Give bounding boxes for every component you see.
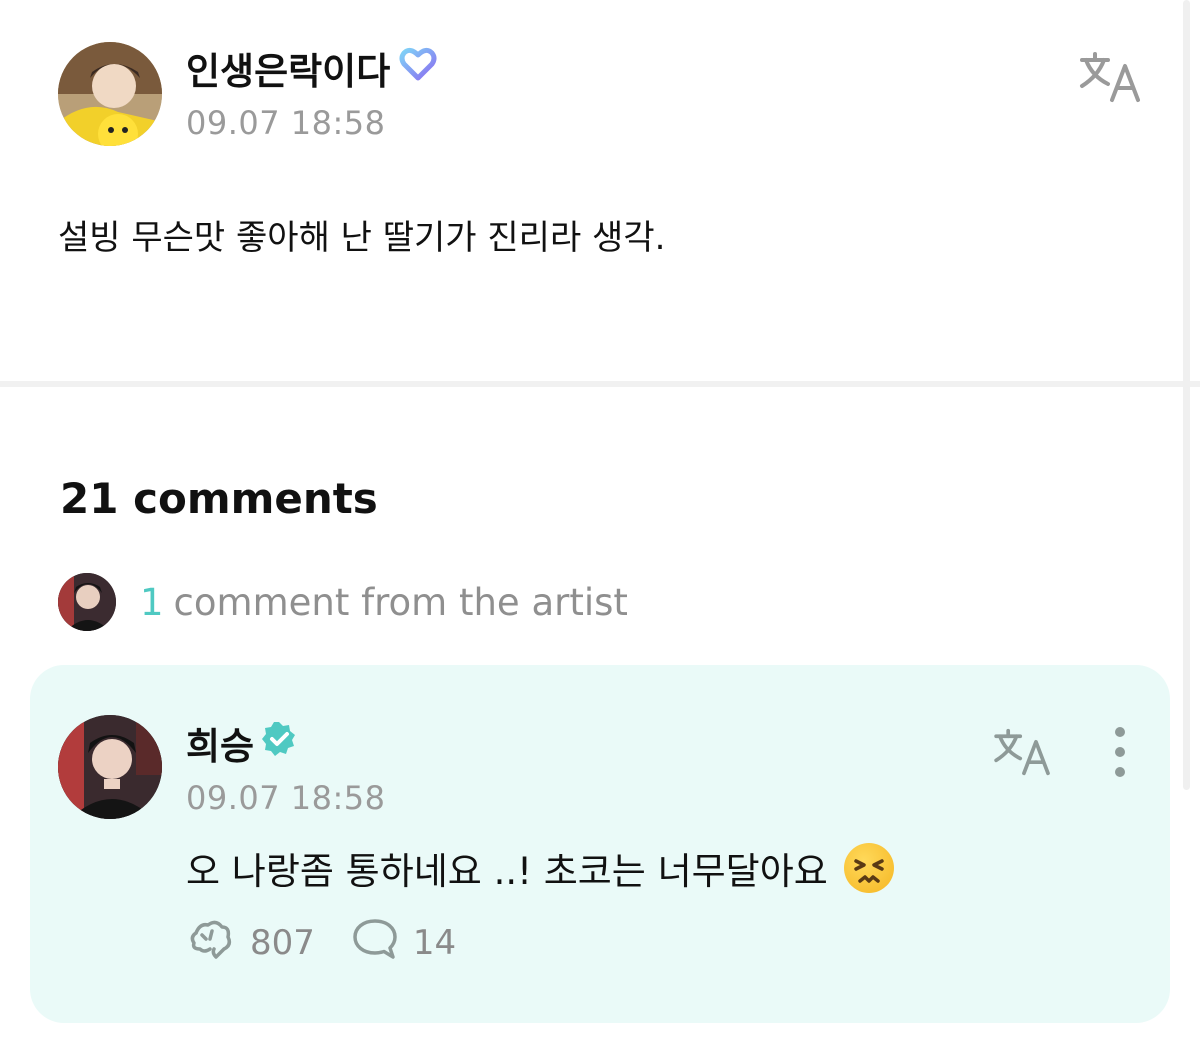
more-dot [1115, 767, 1125, 777]
more-dot [1115, 747, 1125, 757]
artist-comment-label: comment from the artist [173, 580, 628, 624]
artist-comment-card: 희승 09.07 18:58 오 나랑좀 통하네요 ..! 초코는 너무달아요 … [30, 665, 1170, 1023]
comment-stats: 807 14 [186, 918, 492, 965]
comment-text: 오 나랑좀 통하네요 ..! 초코는 너무달아요 [186, 841, 894, 895]
artist-comment-summary[interactable]: 1 comment from the artist [58, 572, 628, 632]
comment-author-name[interactable]: 희승 [186, 719, 298, 768]
comment-author-label: 희승 [186, 725, 255, 768]
comment-text-label: 오 나랑좀 통하네요 ..! 초코는 너무달아요 [186, 850, 828, 893]
comment-translate-icon[interactable] [992, 727, 1054, 777]
artist-comment-count: 1 [140, 580, 164, 624]
comment-timestamp: 09.07 18:58 [186, 779, 386, 817]
more-vertical-icon[interactable] [1106, 727, 1134, 777]
reply-count: 14 [412, 923, 457, 963]
comment-author-avatar[interactable] [58, 715, 162, 819]
post-timestamp: 09.07 18:58 [186, 104, 386, 142]
post-author-name[interactable]: 인생은락이다 [186, 44, 438, 93]
post-author-avatar[interactable] [58, 42, 162, 146]
verified-check-icon [260, 720, 298, 767]
post-author-label: 인생은락이다 [186, 50, 391, 93]
section-divider [0, 381, 1200, 387]
post-body-text: 설빙 무슨맛 좋아해 난 딸기가 진리라 생각. [58, 218, 666, 258]
like-icon [186, 917, 236, 970]
comments-count-heading: 21 comments [60, 474, 378, 523]
like-count: 807 [250, 923, 315, 963]
more-dot [1115, 727, 1125, 737]
reply-stat[interactable]: 14 [351, 917, 456, 970]
artist-comment-summary-text: 1 comment from the artist [140, 581, 628, 624]
translate-icon[interactable] [1078, 50, 1144, 104]
post-detail-page: 인생은락이다 09.07 18:58 설빙 무슨맛 좋아해 난 딸기가 진리라 … [0, 0, 1200, 1046]
persevering-face-emoji-icon [843, 843, 894, 893]
scrollbar[interactable] [1183, 0, 1190, 790]
reply-bubble-icon [351, 917, 399, 970]
fan-badge-heart-icon [398, 44, 438, 93]
artist-avatar-small [58, 573, 116, 631]
like-stat[interactable]: 807 [186, 917, 315, 970]
